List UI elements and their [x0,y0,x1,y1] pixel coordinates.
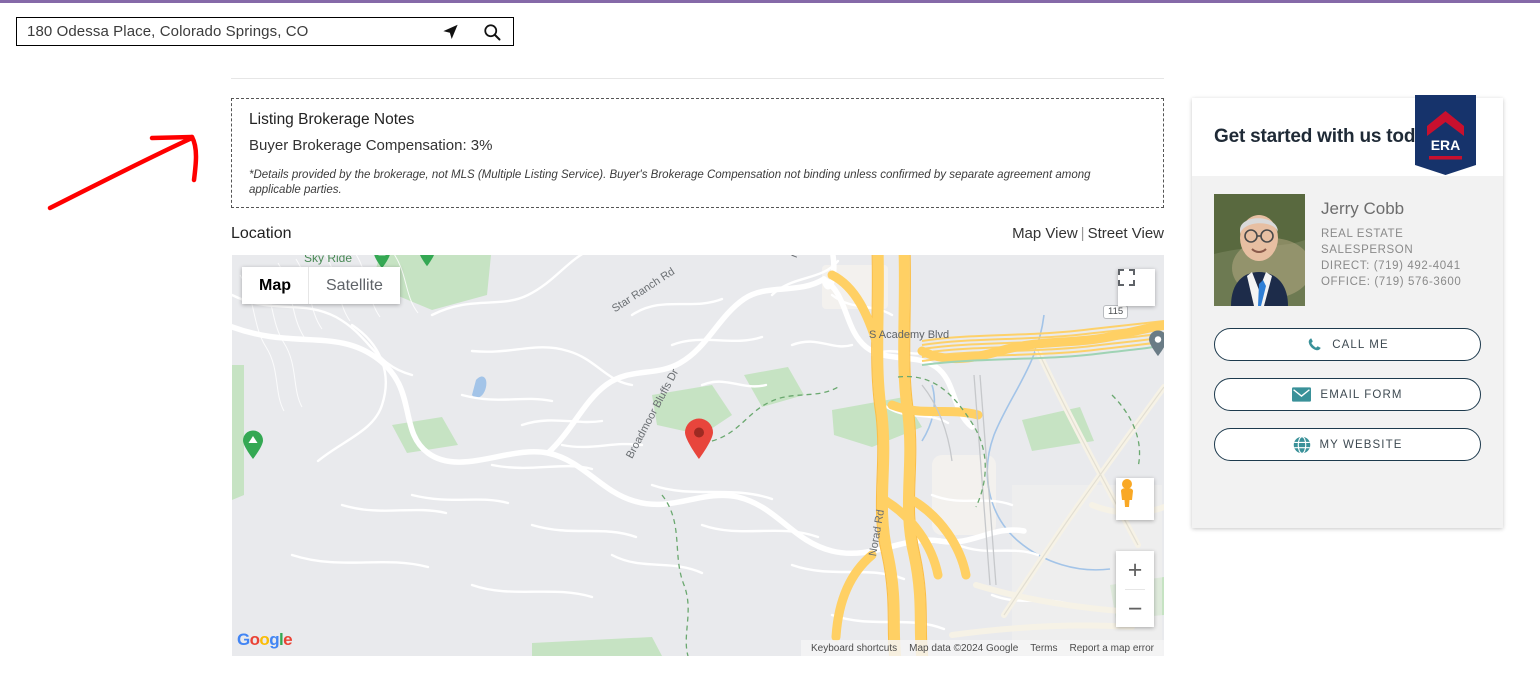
svg-text:ERA: ERA [1431,137,1461,153]
link-separator: | [1081,225,1085,242]
email-form-button[interactable]: EMAIL FORM [1214,378,1481,411]
map-type-toggle[interactable]: Map Satellite [242,267,400,304]
phone-icon [1306,336,1323,353]
agent-profile: Jerry Cobb REAL ESTATE SALESPERSON DIREC… [1192,176,1503,306]
email-form-label: EMAIL FORM [1320,389,1402,401]
navigation-arrow-icon[interactable] [429,18,471,45]
map-type-map[interactable]: Map [242,267,308,304]
zoom-out-label: − [1128,597,1143,622]
call-me-label: CALL ME [1332,339,1389,351]
agent-title-line2: SALESPERSON [1321,242,1461,258]
property-location-pin[interactable] [684,418,714,460]
zoom-out-button[interactable]: − [1116,590,1154,628]
listing-brokerage-notes-box: Listing Brokerage Notes Buyer Brokerage … [231,98,1164,208]
envelope-icon [1292,387,1311,402]
my-website-label: MY WEBSITE [1320,439,1403,451]
search-input[interactable] [17,22,429,41]
poi-marker-icon[interactable] [1148,330,1164,357]
google-map[interactable]: Sky RideStar Ranch Rdmoor Bluffs DrS Aca… [232,255,1164,656]
park-marker-icon[interactable] [242,430,264,460]
search-icon[interactable] [471,18,513,45]
google-logo[interactable]: Google [237,630,292,650]
agent-title-line1: REAL ESTATE [1321,226,1461,242]
fullscreen-icon[interactable] [1118,269,1155,306]
buyer-brokerage-compensation: Buyer Brokerage Compensation: 3% [249,136,1148,156]
globe-icon [1293,436,1311,454]
map-attribution: Keyboard shortcuts Map data ©2024 Google… [801,640,1164,656]
era-brand-logo: ERA [1415,95,1476,175]
report-map-error-link[interactable]: Report a map error [1070,643,1154,654]
section-divider [231,78,1164,79]
map-data-text: Map data ©2024 Google [909,643,1018,654]
map-zoom-controls[interactable]: + − [1116,551,1154,627]
agent-contact-card: Get started with us today ERA [1192,98,1503,528]
red-arrow-annotation [40,118,225,223]
park-marker-icon[interactable] [418,255,436,267]
map-type-satellite[interactable]: Satellite [308,267,400,304]
zoom-in-button[interactable]: + [1116,551,1154,589]
street-view-link[interactable]: Street View [1088,225,1164,242]
street-view-pegman-icon[interactable] [1116,478,1154,520]
map-view-links: Map View|Street View [1012,225,1164,242]
agent-action-buttons: CALL ME EMAIL FORM MY W [1192,306,1503,461]
map-view-link[interactable]: Map View [1012,225,1078,242]
notes-disclaimer: *Details provided by the brokerage, not … [249,168,1129,198]
route-shield: 115 [1103,305,1128,319]
agent-direct-phone: DIRECT: (719) 492-4041 [1321,258,1461,274]
agent-name: Jerry Cobb [1321,198,1461,220]
agent-details: Jerry Cobb REAL ESTATE SALESPERSON DIREC… [1305,194,1461,306]
keyboard-shortcuts-link[interactable]: Keyboard shortcuts [811,643,897,654]
zoom-in-label: + [1128,558,1143,583]
notes-title: Listing Brokerage Notes [249,110,1148,130]
card-header: Get started with us today ERA [1192,98,1503,176]
agent-contact-lines: REAL ESTATE SALESPERSON DIRECT: (719) 49… [1321,226,1461,290]
address-search-bar[interactable] [16,17,514,46]
card-headline: Get started with us today [1192,126,1436,148]
my-website-button[interactable]: MY WEBSITE [1214,428,1481,461]
call-me-button[interactable]: CALL ME [1214,328,1481,361]
location-title: Location [231,225,292,243]
listing-detail-main: Listing Brokerage Notes Buyer Brokerage … [231,78,1164,243]
agent-photo [1214,194,1305,306]
location-header-row: Location Map View|Street View [231,225,1164,243]
agent-office-phone: OFFICE: (719) 576-3600 [1321,274,1461,290]
terms-link[interactable]: Terms [1030,643,1057,654]
top-accent-bar [0,0,1540,3]
